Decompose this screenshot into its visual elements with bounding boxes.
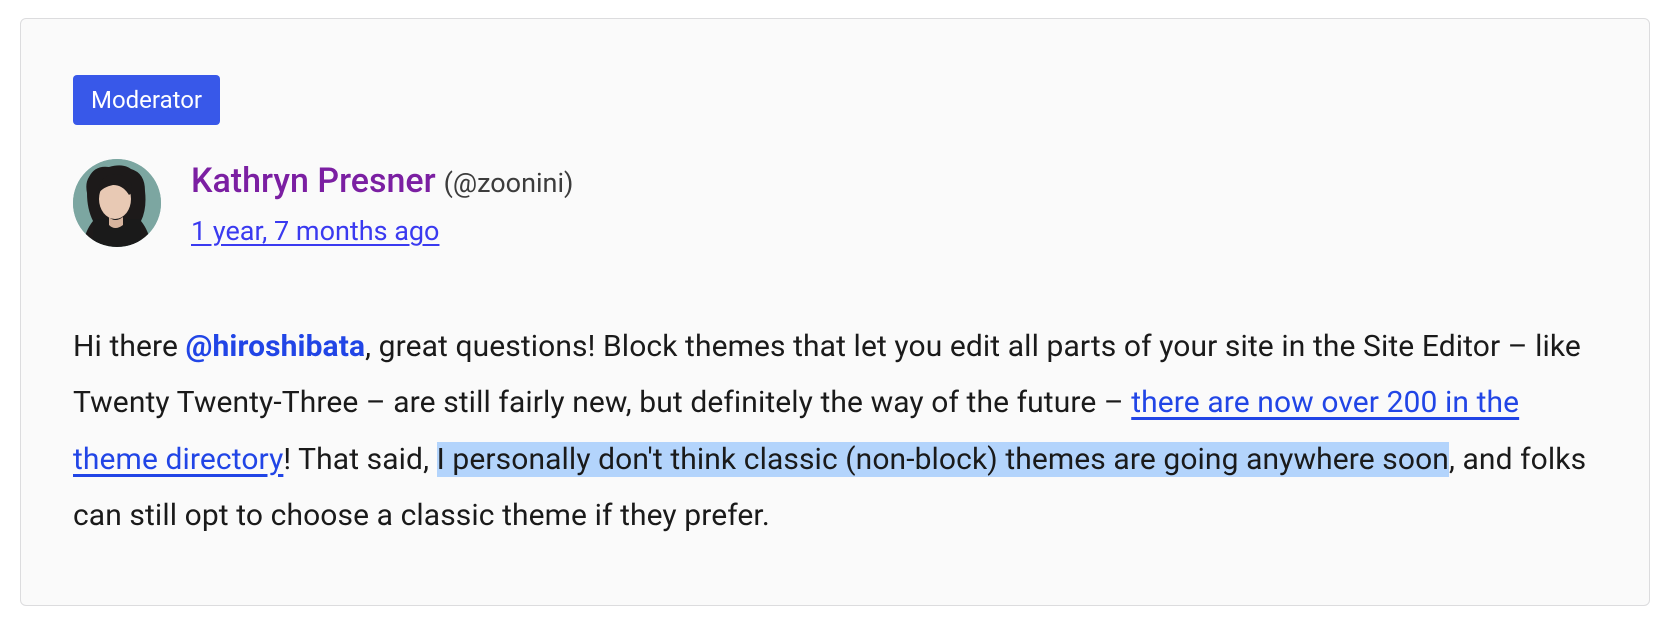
author-handle: (@zoonini): [444, 167, 574, 199]
body-text: ! That said,: [283, 442, 436, 477]
author-row: Kathryn Presner (@zoonini) 1 year, 7 mon…: [73, 159, 1597, 247]
forum-post: Moderator Kathryn Presner (@zoonini) 1 y…: [20, 18, 1650, 606]
moderator-badge: Moderator: [73, 75, 220, 125]
body-text: Hi there: [73, 329, 186, 364]
author-name-link[interactable]: Kathryn Presner: [191, 161, 436, 201]
user-mention-link[interactable]: @hiroshibata: [186, 329, 366, 364]
avatar[interactable]: [73, 159, 161, 247]
highlighted-text: I personally don't think classic (non-bl…: [437, 442, 1449, 477]
post-timestamp-link[interactable]: 1 year, 7 months ago: [191, 215, 439, 247]
post-body: Hi there @hiroshibata, great questions! …: [73, 319, 1597, 545]
